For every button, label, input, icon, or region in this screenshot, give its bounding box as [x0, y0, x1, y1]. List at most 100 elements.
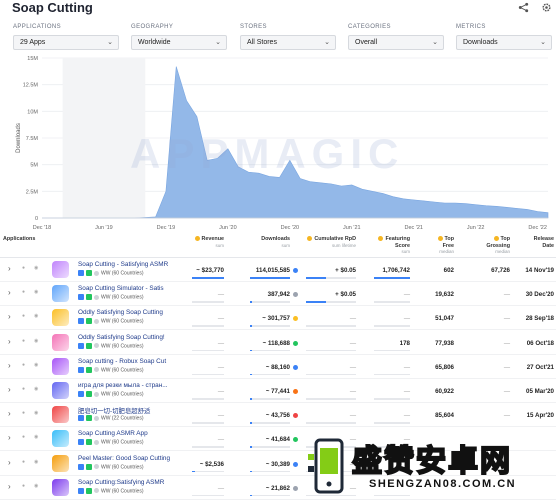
col-cumulative-rpd[interactable]: Cumulative RpD sum lifetime [304, 236, 356, 249]
downloads-bar [250, 470, 290, 473]
col-top-grossing[interactable]: Top Grossing median [478, 236, 510, 256]
eye-icon[interactable]: ◉ [34, 410, 38, 416]
chevron-down-icon: ⌄ [215, 39, 221, 46]
status-dot [293, 413, 298, 419]
stores-select[interactable]: All Stores ⌄ [240, 35, 336, 50]
info-icon [378, 236, 384, 242]
globe-icon [94, 343, 99, 349]
col-top-free[interactable]: Top Free median [428, 236, 454, 256]
app-meta: WW (60 Countries) [78, 318, 144, 325]
col-featuring-score[interactable]: Featuring Score sum [372, 236, 410, 256]
pin-icon[interactable]: ● [22, 313, 25, 319]
table-header: Applications Revenue sum Downloads sum Cum… [0, 232, 556, 258]
table-row[interactable]: › ● ◉ Oddly Satisfying Soap Cutting! WW (60 … [0, 331, 556, 355]
eye-icon[interactable]: ◉ [34, 434, 38, 440]
app-store-icon [78, 366, 84, 373]
app-name[interactable]: Oddly Satisfying Soap Cutting [78, 309, 163, 316]
expand-chevron-icon[interactable]: › [8, 264, 11, 273]
table-row[interactable]: › ● ◉ Soap Cutting Simulator - Satis WW (60 … [0, 282, 556, 307]
site-logo-overlay: 盛赞安卓网 SHENGZAN08.COM.CN [300, 432, 552, 498]
rpd-bar [306, 349, 356, 352]
table-row[interactable]: › ● ◉ Soap cutting - Robux Soap Cut WW (60 C… [0, 355, 556, 379]
revenue-value: — [217, 363, 224, 371]
table-row[interactable]: › ● ◉ Soap Cutting - Satisfying ASMR WW (60 … [0, 258, 556, 282]
rpd-value: — [349, 412, 356, 420]
metrics-select[interactable]: Downloads ⌄ [456, 35, 552, 50]
y-axis-label: Downloads [16, 123, 22, 153]
pin-icon[interactable]: ● [22, 410, 25, 416]
pin-icon[interactable]: ● [22, 434, 25, 440]
app-name[interactable]: Soap Cutting:Satisfying ASMR [78, 479, 164, 486]
google-play-icon [86, 366, 92, 373]
expand-chevron-icon[interactable]: › [8, 288, 11, 297]
downloads-value: ~ 88,160 [265, 363, 290, 371]
geo-text: WW (22 Countries) [101, 415, 144, 422]
expand-chevron-icon[interactable]: › [8, 361, 11, 370]
watermark: APPMAGIC [130, 130, 405, 177]
eye-icon[interactable]: ◉ [34, 313, 38, 319]
app-name[interactable]: Soap Cutting Simulator - Satis [78, 285, 164, 292]
eye-icon[interactable]: ◉ [34, 362, 38, 368]
expand-chevron-icon[interactable]: › [8, 337, 11, 346]
app-name[interactable]: игра для резки мыла - стран... [78, 382, 168, 389]
categories-select[interactable]: Overall ⌄ [348, 35, 444, 50]
header-sub: sum [401, 249, 410, 254]
top-grossing-value: — [503, 339, 510, 347]
pin-icon[interactable]: ● [22, 483, 25, 489]
applications-select[interactable]: 29 Apps ⌄ [13, 35, 119, 50]
pin-icon[interactable]: ● [22, 289, 25, 295]
eye-icon[interactable]: ◉ [34, 459, 38, 465]
col-revenue[interactable]: Revenue sum [190, 236, 224, 249]
top-free-value: 77,938 [435, 339, 454, 347]
filter-geography[interactable]: GEOGRAPHY Worldwide ⌄ [131, 24, 227, 50]
table-row[interactable]: › ● ◉ 肥皂切一切-切肥皂超舒适 WW (22 Countries) — ~ 43,75… [0, 403, 556, 428]
chevron-down-icon: ⌄ [540, 39, 546, 46]
app-name[interactable]: Soap cutting - Robux Soap Cut [78, 358, 166, 365]
pin-icon[interactable]: ● [22, 459, 25, 465]
expand-chevron-icon[interactable]: › [8, 458, 11, 467]
eye-icon[interactable]: ◉ [34, 265, 38, 271]
eye-icon[interactable]: ◉ [34, 386, 38, 392]
expand-chevron-icon[interactable]: › [8, 312, 11, 321]
table-row[interactable]: › ● ◉ Oddly Satisfying Soap Cutting WW (60 C… [0, 306, 556, 331]
expand-chevron-icon[interactable]: › [8, 433, 11, 442]
page-title: Soap Cutting [12, 0, 93, 15]
x-tick-label: Jun '22 [467, 225, 485, 231]
app-name[interactable]: Oddly Satisfying Soap Cutting! [78, 334, 165, 341]
geography-select[interactable]: Worldwide ⌄ [131, 35, 227, 50]
filter-applications[interactable]: APPLICATIONS 29 Apps ⌄ [13, 24, 119, 50]
expand-chevron-icon[interactable]: › [8, 385, 11, 394]
pin-icon[interactable]: ● [22, 265, 25, 271]
pin-icon[interactable]: ● [22, 338, 25, 344]
release-date-value: 05 Mar'20 [526, 388, 554, 395]
app-name[interactable]: 肥皂切一切-切肥皂超舒适 [78, 406, 150, 415]
col-downloads[interactable]: Downloads sum [248, 236, 290, 249]
col-applications[interactable]: Applications [3, 236, 35, 243]
eye-icon[interactable]: ◉ [34, 483, 38, 489]
eye-icon[interactable]: ◉ [34, 289, 38, 295]
app-name[interactable]: Soap Cutting - Satisfying ASMR [78, 261, 168, 268]
filter-categories[interactable]: CATEGORIES Overall ⌄ [348, 24, 444, 50]
filter-stores[interactable]: STORES All Stores ⌄ [240, 24, 336, 50]
select-value: 29 Apps [20, 39, 46, 46]
expand-chevron-icon[interactable]: › [8, 409, 11, 418]
eye-icon[interactable]: ◉ [34, 338, 38, 344]
header-sub: sum [281, 242, 290, 248]
expand-chevron-icon[interactable]: › [8, 482, 11, 491]
globe-icon [94, 464, 99, 470]
gear-icon[interactable] [540, 2, 552, 14]
pin-icon[interactable]: ● [22, 386, 25, 392]
top-free-value: 19,632 [435, 291, 454, 299]
share-icon[interactable] [517, 2, 529, 14]
featuring-value: — [403, 388, 410, 395]
top-free-value: 85,604 [435, 412, 454, 420]
filter-metrics[interactable]: METRICS Downloads ⌄ [456, 24, 552, 50]
app-name[interactable]: Soap Cutting ASMR App [78, 430, 148, 437]
revenue-bar [192, 446, 224, 448]
table-row[interactable]: › ● ◉ игра для резки мыла - стран... WW (60 … [0, 379, 556, 403]
app-name[interactable]: Peel Master: Good Soap Cutting [78, 455, 170, 462]
pin-icon[interactable]: ● [22, 362, 25, 368]
app-icon [52, 333, 69, 351]
col-release-date[interactable]: Release Date [524, 236, 554, 249]
downloads-value: ~ 118,688 [262, 339, 290, 347]
